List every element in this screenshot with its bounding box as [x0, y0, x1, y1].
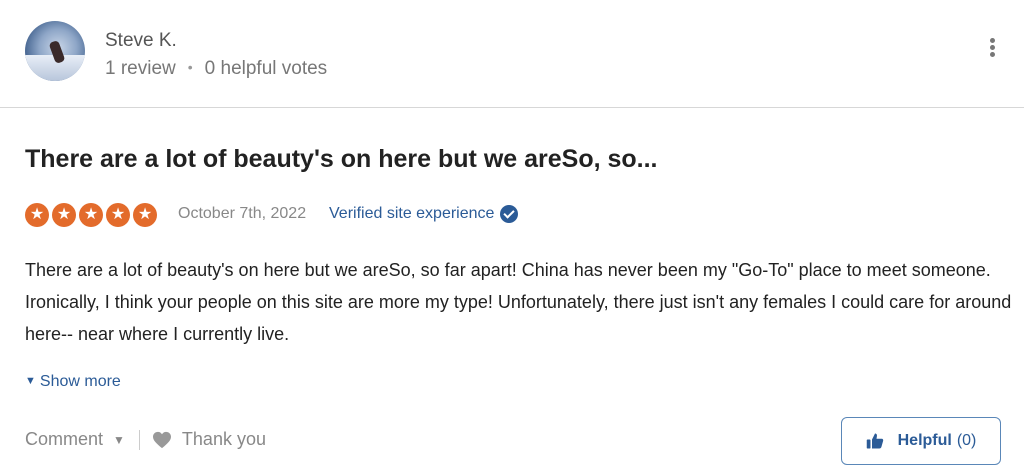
verified-label: Verified site experience — [329, 205, 495, 222]
star-rating: ★ ★ ★ ★ ★ — [25, 203, 157, 227]
review-body: There are a lot of beauty's on here but … — [25, 260, 1012, 344]
reviewer-meta: 1 review • 0 helpful votes — [105, 58, 327, 80]
chevron-down-icon[interactable]: ▼ — [113, 433, 125, 447]
star-icon: ★ — [79, 203, 103, 227]
helpful-votes: 0 helpful votes — [204, 58, 328, 79]
star-icon: ★ — [25, 203, 49, 227]
header-divider — [0, 107, 1024, 108]
thank-you-button[interactable]: Thank you — [182, 429, 266, 450]
star-icon: ★ — [52, 203, 76, 227]
avatar[interactable] — [25, 21, 85, 81]
review-actions: Comment ▼ Thank you — [25, 429, 266, 450]
meta-separator: • — [187, 59, 193, 75]
show-more-label: Show more — [39, 373, 121, 390]
heart-icon[interactable] — [152, 431, 172, 449]
review-date: October 7th, 2022 — [178, 205, 307, 222]
review-title: There are a lot of beauty's on here but … — [25, 145, 658, 173]
verified-check-icon — [500, 205, 519, 223]
thumbs-up-icon — [866, 433, 883, 449]
helpful-button[interactable]: Helpful (0) — [841, 417, 1001, 465]
caret-down-icon: ▼ — [25, 375, 36, 387]
reviewer-name[interactable]: Steve K. — [105, 30, 177, 52]
star-icon: ★ — [133, 203, 157, 227]
kebab-menu-icon[interactable] — [984, 38, 1000, 62]
review-count: 1 review — [105, 58, 176, 79]
star-icon: ★ — [106, 203, 130, 227]
review-header: Steve K. 1 review • 0 helpful votes — [0, 0, 1024, 107]
helpful-count: (0) — [956, 432, 977, 449]
show-more-link[interactable]: ▼ Show more — [25, 373, 121, 391]
comment-button[interactable]: Comment — [25, 429, 103, 450]
helpful-label: Helpful — [897, 432, 952, 449]
verified-badge[interactable]: Verified site experience — [329, 205, 519, 223]
actions-divider — [138, 429, 140, 450]
